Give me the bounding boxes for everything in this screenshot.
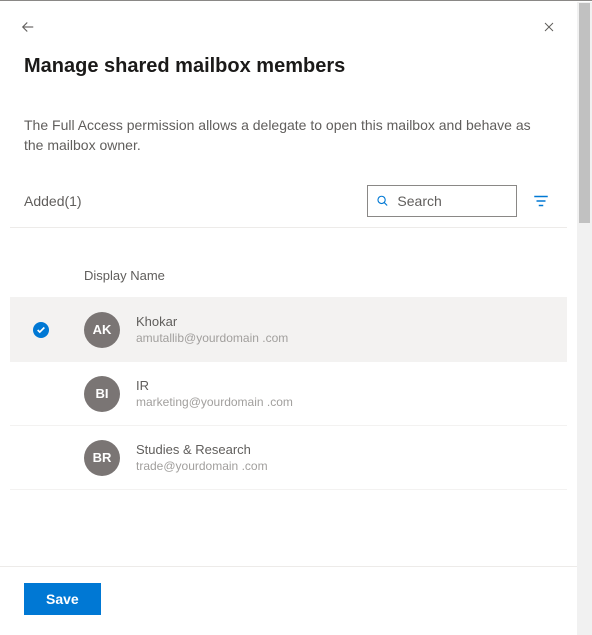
row-text: IR marketing@yourdomain .com <box>136 378 293 409</box>
avatar: BI <box>84 376 120 412</box>
back-button[interactable] <box>16 15 40 39</box>
arrow-left-icon <box>19 18 37 36</box>
row-name: Studies & Research <box>136 442 268 457</box>
header-row <box>10 1 567 39</box>
row-email: amutallib@yourdomain .com <box>136 331 288 345</box>
avatar: BR <box>84 440 120 476</box>
row-email: trade@yourdomain .com <box>136 459 268 473</box>
column-header-display-name[interactable]: Display Name <box>10 228 567 297</box>
member-list: AK Khokar amutallib@yourdomain .com BI I… <box>10 297 567 490</box>
row-text: Studies & Research trade@yourdomain .com <box>136 442 268 473</box>
controls-row: Added(1) <box>10 155 567 228</box>
filter-button[interactable] <box>529 189 553 213</box>
row-name: Khokar <box>136 314 288 329</box>
row-name: IR <box>136 378 293 393</box>
added-count-label: Added(1) <box>24 193 355 209</box>
save-button[interactable]: Save <box>24 583 101 615</box>
scrollbar-track[interactable] <box>577 2 592 635</box>
close-button[interactable] <box>537 15 561 39</box>
avatar: AK <box>84 312 120 348</box>
row-check[interactable] <box>32 322 50 338</box>
close-icon <box>541 19 557 35</box>
row-text: Khokar amutallib@yourdomain .com <box>136 314 288 345</box>
page-title: Manage shared mailbox members <box>10 39 567 78</box>
scrollbar-thumb[interactable] <box>579 3 590 223</box>
search-icon <box>376 193 389 209</box>
list-item[interactable]: AK Khokar amutallib@yourdomain .com <box>10 298 567 362</box>
check-icon <box>33 322 49 338</box>
search-input[interactable] <box>397 193 508 209</box>
filter-icon <box>532 192 550 210</box>
list-item[interactable]: BI IR marketing@yourdomain .com <box>10 362 567 426</box>
search-box[interactable] <box>367 185 517 217</box>
list-item[interactable]: BR Studies & Research trade@yourdomain .… <box>10 426 567 490</box>
footer: Save <box>0 566 577 635</box>
description-text: The Full Access permission allows a dele… <box>10 78 567 155</box>
panel: Manage shared mailbox members The Full A… <box>0 1 577 635</box>
row-email: marketing@yourdomain .com <box>136 395 293 409</box>
